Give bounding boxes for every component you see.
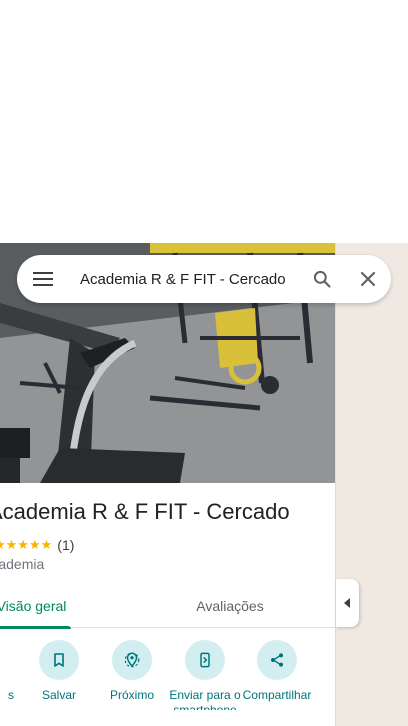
caret-left-icon <box>343 598 350 608</box>
directions-button[interactable]: s <box>0 640 18 703</box>
send-to-phone-icon <box>185 640 225 680</box>
tab-bar: Visão geral Avaliações <box>0 584 335 629</box>
tab-reviews-label: Avaliações <box>196 598 264 614</box>
hamburger-menu-icon <box>33 272 53 286</box>
nearby-icon <box>112 640 152 680</box>
star-rating: ★★★★★ <box>0 537 53 552</box>
tab-selected-indicator <box>0 626 71 629</box>
nearby-label: Próximo <box>109 688 154 702</box>
share-button[interactable]: Compartilhar <box>239 640 315 703</box>
rating-count[interactable]: (1) <box>57 537 74 553</box>
search-bar: Academia R & F FIT - Cercado <box>17 255 391 303</box>
close-icon <box>360 271 376 287</box>
place-panel: Academia R & F FIT - Cercado ★★★★★ (1) A… <box>0 243 336 726</box>
directions-label: s <box>8 688 14 702</box>
collapse-panel-button[interactable] <box>336 579 359 627</box>
share-label: Compartilhar <box>242 688 312 702</box>
save-label: Salvar <box>41 688 76 702</box>
menu-button[interactable] <box>17 255 69 303</box>
tab-overview[interactable]: Visão geral <box>0 584 71 629</box>
bookmark-icon <box>39 640 79 680</box>
send-to-phone-label: Enviar para o smartphone <box>169 688 241 710</box>
nearby-button[interactable]: Próximo <box>94 640 170 703</box>
search-button[interactable] <box>299 255 345 303</box>
share-icon <box>257 640 297 680</box>
action-bar: s Salvar Próximo Enviar para o smartphon… <box>0 640 335 726</box>
map-area[interactable] <box>336 243 408 726</box>
place-category[interactable]: Academia <box>0 556 44 572</box>
tab-overview-label: Visão geral <box>0 598 67 614</box>
tab-reviews[interactable]: Avaliações <box>180 584 280 628</box>
place-title: Academia R & F FIT - Cercado <box>0 499 290 524</box>
search-input[interactable]: Academia R & F FIT - Cercado <box>69 271 299 288</box>
clear-search-button[interactable] <box>345 255 391 303</box>
search-icon <box>313 270 331 288</box>
send-to-phone-button[interactable]: Enviar para o smartphone <box>167 640 243 710</box>
save-button[interactable]: Salvar <box>21 640 97 703</box>
rating-row[interactable]: ★★★★★ (1) <box>0 537 74 553</box>
